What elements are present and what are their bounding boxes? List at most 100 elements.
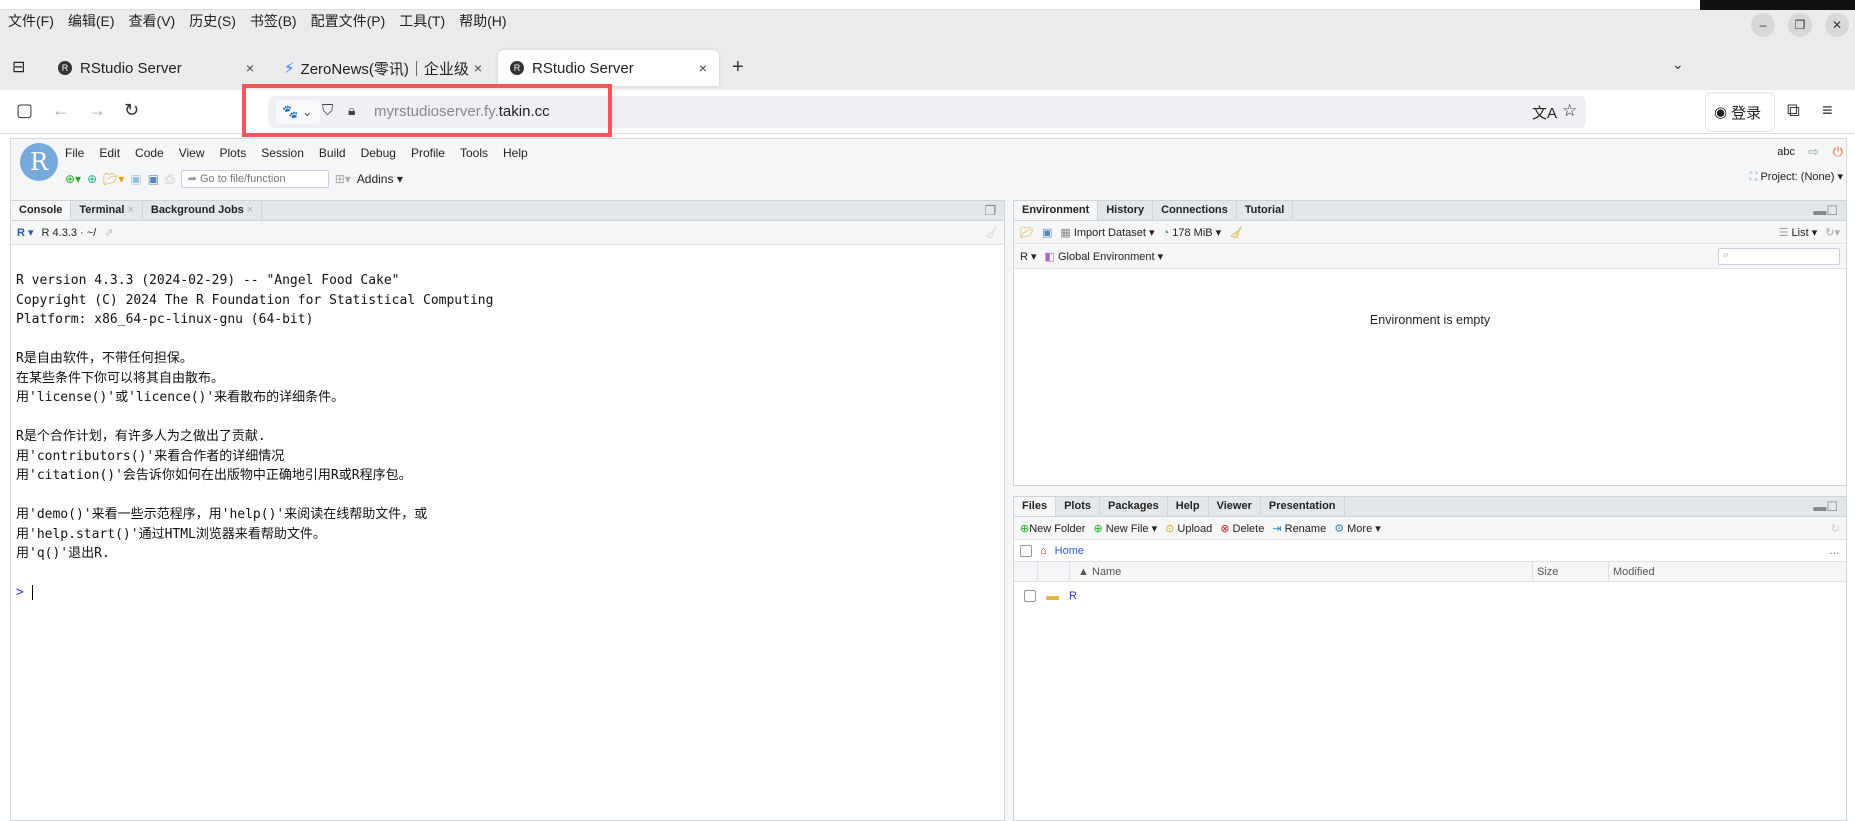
menu-bookmarks[interactable]: 书签(B) (250, 11, 297, 31)
translate-icon[interactable]: 文A (1532, 102, 1557, 123)
minimize-button[interactable]: – (1751, 13, 1775, 37)
column-size-header[interactable]: Size (1532, 561, 1600, 582)
close-tab-icon[interactable]: × (699, 60, 707, 76)
menu-view[interactable]: 查看(V) (129, 11, 176, 31)
menu-tools[interactable]: 工具(T) (399, 11, 445, 31)
tab-overflow-chevron-icon[interactable]: ⌄ (1672, 56, 1684, 73)
environment-search-input[interactable]: ⌕ (1718, 248, 1840, 265)
reload-icon[interactable]: ↻ (124, 100, 139, 121)
new-file-button[interactable]: ⊕ New File ▾ (1093, 522, 1157, 535)
row-checkbox[interactable] (1024, 589, 1036, 602)
save-all-icon[interactable]: ▣ (148, 172, 159, 186)
close-window-button[interactable]: ✕ (1825, 13, 1849, 37)
refresh-icon[interactable]: ↻ (1831, 522, 1840, 535)
rs-menu-view[interactable]: View (179, 146, 205, 160)
minimize-maximize-icon[interactable]: ▬☐ (1805, 201, 1846, 220)
column-modified-header[interactable]: Modified (1608, 561, 1846, 582)
maximize-pane-icon[interactable]: ❐ (976, 201, 1004, 220)
extensions-icon[interactable]: ⧉ (1787, 100, 1800, 121)
close-tab-icon[interactable]: × (246, 60, 254, 76)
tab-rstudio-active[interactable]: R RStudio Server × (498, 50, 719, 86)
new-project-icon[interactable]: ⊕ (87, 172, 97, 186)
save-workspace-icon[interactable]: ▣ (1042, 226, 1052, 239)
clear-console-icon[interactable]: 🧹︎ (984, 226, 998, 239)
close-tab-icon[interactable]: × (474, 60, 482, 76)
tab-list-icon[interactable]: ⊟ (12, 57, 25, 77)
hamburger-menu-icon[interactable]: ≡ (1822, 100, 1833, 121)
r-language-icon[interactable]: R ▾ (17, 226, 34, 239)
rs-menu-edit[interactable]: Edit (99, 146, 120, 160)
bookmark-star-icon[interactable]: ☆ (1562, 101, 1577, 121)
menu-help[interactable]: 帮助(H) (459, 11, 506, 31)
tab-zeronews[interactable]: ⚡ ZeroNews(零讯)｜企业级 × (272, 50, 494, 86)
back-icon[interactable]: ← (52, 100, 70, 121)
file-name-link[interactable]: R (1069, 590, 1077, 602)
refresh-icon[interactable]: ↻▾ (1825, 226, 1840, 239)
restore-button[interactable]: ❐ (1788, 13, 1812, 37)
close-icon[interactable]: × (247, 204, 253, 216)
forward-icon[interactable]: → (88, 100, 106, 121)
rs-menu-plots[interactable]: Plots (220, 146, 247, 160)
memory-usage-menu[interactable]: ◔ 178 MiB ▾ (1163, 226, 1222, 239)
tab-connections[interactable]: Connections (1153, 201, 1237, 220)
more-menu[interactable]: ⚙ More ▾ (1334, 522, 1381, 535)
tab-presentation[interactable]: Presentation (1261, 497, 1345, 516)
rs-menu-profile[interactable]: Profile (411, 146, 445, 160)
tab-plots[interactable]: Plots (1056, 497, 1100, 516)
delete-button[interactable]: ⊗ Delete (1220, 522, 1264, 535)
upload-button[interactable]: ⊙ Upload (1165, 522, 1212, 535)
sidebar-icon[interactable]: ▢ (16, 100, 33, 121)
console-output[interactable]: R version 4.3.3 (2024-02-29) -- "Angel F… (16, 271, 493, 603)
new-file-icon[interactable]: ⊕▾ (65, 172, 81, 186)
menu-profiles[interactable]: 配置文件(P) (311, 11, 386, 31)
project-menu[interactable]: ⛶ Project: (None) ▾ (1750, 170, 1843, 184)
load-workspace-icon[interactable]: 📂︎ (1020, 226, 1034, 239)
tab-terminal[interactable]: Terminal × (71, 201, 143, 220)
rs-menu-tools[interactable]: Tools (460, 146, 488, 160)
scope-menu[interactable]: ◧ Global Environment ▾ (1045, 250, 1164, 263)
minimize-maximize-icon[interactable]: ▬☐ (1805, 497, 1846, 516)
rs-menu-session[interactable]: Session (261, 146, 304, 160)
tab-viewer[interactable]: Viewer (1209, 497, 1261, 516)
rs-menu-build[interactable]: Build (319, 146, 346, 160)
tab-environment[interactable]: Environment (1014, 201, 1099, 220)
rs-menu-file[interactable]: File (65, 146, 84, 160)
tab-help[interactable]: Help (1168, 497, 1209, 516)
file-row[interactable]: ▬ R (1024, 588, 1077, 603)
path-home-link[interactable]: Home (1055, 545, 1084, 557)
select-all-checkbox[interactable] (1020, 545, 1032, 557)
new-folder-button[interactable]: ⊕New Folder (1020, 522, 1085, 535)
save-icon[interactable]: ▣ (130, 172, 141, 186)
tab-history[interactable]: History (1098, 201, 1154, 220)
import-dataset-menu[interactable]: ▦ Import Dataset ▾ (1060, 226, 1154, 239)
view-mode-menu[interactable]: ☰ List ▾ (1779, 226, 1818, 239)
language-menu[interactable]: R ▾ (1020, 250, 1037, 263)
new-tab-button[interactable]: + (732, 56, 744, 79)
print-icon[interactable]: ⎙ (165, 172, 175, 187)
browse-more-button[interactable]: … (1829, 545, 1840, 557)
addins-menu[interactable]: Addins ▾ (357, 172, 403, 186)
login-button[interactable]: ◉ 登录 (1705, 92, 1775, 132)
goto-file-input[interactable]: ➦ Go to file/function (180, 170, 329, 188)
close-icon[interactable]: × (127, 204, 133, 216)
rs-menu-code[interactable]: Code (135, 146, 164, 160)
rs-menu-help[interactable]: Help (503, 146, 528, 160)
open-file-icon[interactable]: 📂︎▾ (103, 172, 124, 186)
goto-dir-icon[interactable]: ⇗ (104, 226, 113, 239)
console-prompt[interactable]: > (16, 583, 493, 603)
menu-history[interactable]: 历史(S) (189, 11, 236, 31)
column-name-header[interactable]: ▲ Name (1078, 566, 1524, 578)
menu-edit[interactable]: 编辑(E) (68, 11, 115, 31)
rename-button[interactable]: ⇥ Rename (1272, 522, 1326, 535)
power-icon[interactable]: ⏻ (1833, 144, 1843, 160)
sign-out-icon[interactable]: ⇨ (1808, 144, 1819, 160)
rs-menu-debug[interactable]: Debug (361, 146, 396, 160)
tab-rstudio-1[interactable]: R RStudio Server × (46, 50, 266, 86)
tab-packages[interactable]: Packages (1100, 497, 1168, 516)
tab-console[interactable]: Console (11, 201, 72, 220)
menu-file[interactable]: 文件(F) (8, 11, 54, 31)
tab-files[interactable]: Files (1014, 497, 1057, 516)
pane-layout-icon[interactable]: ⊞▾ (335, 172, 351, 186)
broom-icon[interactable]: 🧹︎ (1229, 226, 1243, 239)
tab-background-jobs[interactable]: Background Jobs × (143, 201, 263, 220)
